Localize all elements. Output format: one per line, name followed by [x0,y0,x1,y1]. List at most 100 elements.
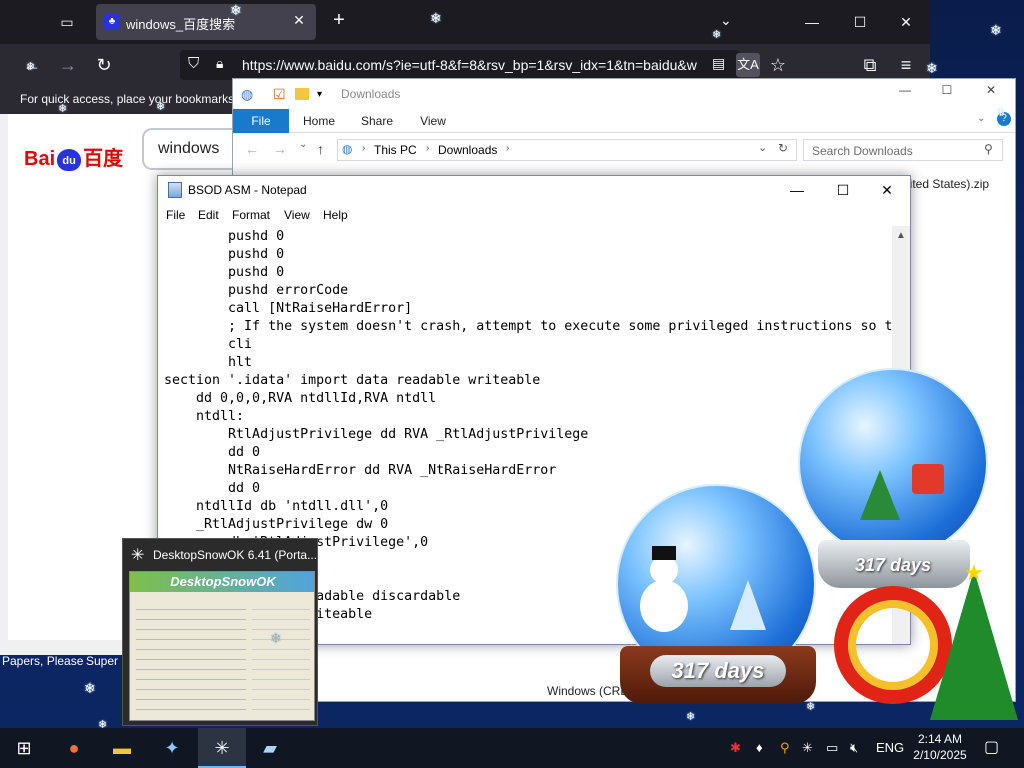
close-icon[interactable]: ✕ [884,8,928,36]
tray-snow-icon[interactable]: ✳ [802,728,813,768]
search-placeholder: Search Downloads [812,144,913,158]
clock[interactable]: 2:14 AM 2/10/2025 [912,731,968,763]
ribbon-tab-home[interactable]: Home [295,109,343,133]
christmas-tree-icon [930,570,1018,720]
tray-app-icon[interactable]: ✱ [730,728,741,768]
menu-help[interactable]: Help [323,208,348,222]
new-folder-icon[interactable] [295,88,309,100]
explorer-title-bar: ◍ ☑ ▾ Downloads — ☐ ✕ [233,79,1015,109]
url-bar[interactable]: ⛉ 🔒︎ https://www.baidu.com/s?ie=utf-8&f=… [180,50,740,80]
snowflake-icon: ❄ [270,630,282,646]
ribbon-expand-icon[interactable]: ⌄ [977,113,985,124]
desktop-label-super[interactable]: Super I [86,654,125,668]
menu-format[interactable]: Format [232,208,270,222]
ribbon-tab-share[interactable]: Share [353,109,401,133]
close-tab-icon[interactable]: ✕ [290,12,308,29]
refresh-icon[interactable]: ↻ [778,141,788,155]
thumbnail-title: DesktopSnowOK 6.41 (Porta... [153,548,318,562]
properties-icon[interactable]: ☑ [273,86,289,102]
snowflake-icon: ❄ [686,711,696,723]
desktop-label-papers-please[interactable]: Papers, Please [2,654,83,668]
menu-view[interactable]: View [284,208,310,222]
path-this-pc[interactable]: This PC [374,143,417,157]
close-icon[interactable]: ✕ [864,176,910,204]
reader-view-icon[interactable]: ▤ [712,55,725,72]
translate-icon[interactable]: 文A [736,53,760,77]
maximize-icon[interactable]: ☐ [820,176,866,204]
chevron-right-icon: › [362,143,366,154]
search-downloads-input[interactable]: Search Downloads ⚲ [803,139,1003,161]
snowy-tree-icon [730,580,766,630]
tab-list-icon[interactable]: ▭ [56,12,78,32]
forward-icon[interactable]: → [56,53,80,77]
lock-icon[interactable]: 🔒︎ [216,55,223,72]
close-icon[interactable]: ✕ [971,83,1011,97]
browser-tab[interactable]: ♣ windows_百度搜索 ✕ [96,4,316,40]
chevron-down-icon[interactable]: ⌄ [720,12,732,29]
explorer-address-bar: ← → ⌄ ↑ ◍ › This PC › Downloads › ⌄ ↻ Se… [233,135,1015,167]
back-icon[interactable]: ← [245,141,259,157]
maximize-icon[interactable]: ☐ [838,8,882,36]
snowflake-icon: ❄ [712,29,722,41]
browser-tab-title: windows_百度搜索 [126,17,236,32]
path-downloads[interactable]: Downloads [438,143,497,157]
snowflake-icon: ❄ [156,101,166,113]
tray-search-icon[interactable]: ⚲ [780,728,790,768]
settings-options [252,600,310,710]
minimize-icon[interactable]: — [790,8,834,36]
ribbon-tab-file[interactable]: File [233,109,289,133]
recent-locations-icon[interactable]: ⌄ [299,139,307,150]
baidu-logo[interactable]: Bai du 百度 [24,142,123,171]
notepad-menu-bar: File Edit Format View Help [158,204,910,226]
file-explorer-icon[interactable]: ▬ [98,728,146,768]
firefox-icon[interactable]: ● [50,728,98,768]
network-icon[interactable]: ▭ [826,728,838,768]
bookmarks-message: For quick access, place your bookmarks [20,92,235,106]
extensions-icon[interactable]: ⧉ [858,53,882,77]
shield-icon[interactable]: ⛉ [188,55,199,72]
baidu-logo-chinese: 百度 [83,148,124,170]
start-icon[interactable]: ⊞ [0,728,48,768]
star-icon: ★ [964,560,984,585]
clock-time: 2:14 AM [917,732,963,746]
snowflake-icon: ❄ [926,60,938,76]
quick-access-dropdown-icon[interactable]: ▾ [317,89,333,105]
taskbar-thumbnail[interactable]: ✳ DesktopSnowOK 6.41 (Porta... DesktopSn… [122,538,318,726]
menu-edit[interactable]: Edit [198,208,219,222]
new-tab-icon[interactable]: + [328,10,350,32]
globe-icon: ◍ [241,86,254,102]
desktopsnowok-icon[interactable]: ✳ [198,728,246,768]
app-icon[interactable]: ✦ [148,728,196,768]
maximize-icon[interactable]: ☐ [927,83,967,97]
reload-icon[interactable]: ↻ [92,53,116,77]
minimize-icon[interactable]: — [885,83,925,97]
baidu-paw-icon: du [57,148,82,171]
volume-muted-icon[interactable]: 🔇︎ [850,728,858,768]
forward-icon[interactable]: → [273,141,287,157]
chevron-right-icon: › [426,143,430,154]
notepad-icon [168,182,182,198]
tray-drop-icon[interactable]: ♦ [756,728,763,768]
explorer-ribbon: File Home Share View ⌄ ? [233,109,1015,133]
up-icon[interactable]: ↑ [317,141,324,157]
snowflake-icon: ❄ [84,680,96,696]
settings-list [136,600,246,710]
explorer-path[interactable]: ◍ › This PC › Downloads › ⌄ ↻ [337,139,797,161]
notepad-icon[interactable]: ▰ [246,728,294,768]
countdown-label-big: 317 days [650,655,786,687]
language-indicator[interactable]: ENG [876,728,904,768]
file-item-zip[interactable]: nited States).zip [903,177,989,191]
menu-icon[interactable]: ≡ [894,53,918,77]
minimize-icon[interactable]: — [774,176,820,204]
path-dropdown-icon[interactable]: ⌄ [758,141,767,154]
scroll-up-icon[interactable]: ▲ [896,230,906,241]
bookmark-star-icon[interactable]: ☆ [766,53,790,77]
snowflake-icon: ❄ [430,10,442,26]
file-item-windows[interactable]: Windows (CRE [547,684,628,698]
snowflake-icon: ❄ [58,103,68,115]
ribbon-tab-view[interactable]: View [409,109,457,133]
url-text[interactable]: https://www.baidu.com/s?ie=utf-8&f=8&rsv… [242,57,712,73]
menu-file[interactable]: File [166,208,185,222]
thumbnail-preview[interactable]: DesktopSnowOK [129,571,315,721]
notification-icon[interactable]: ▢ [984,728,999,768]
